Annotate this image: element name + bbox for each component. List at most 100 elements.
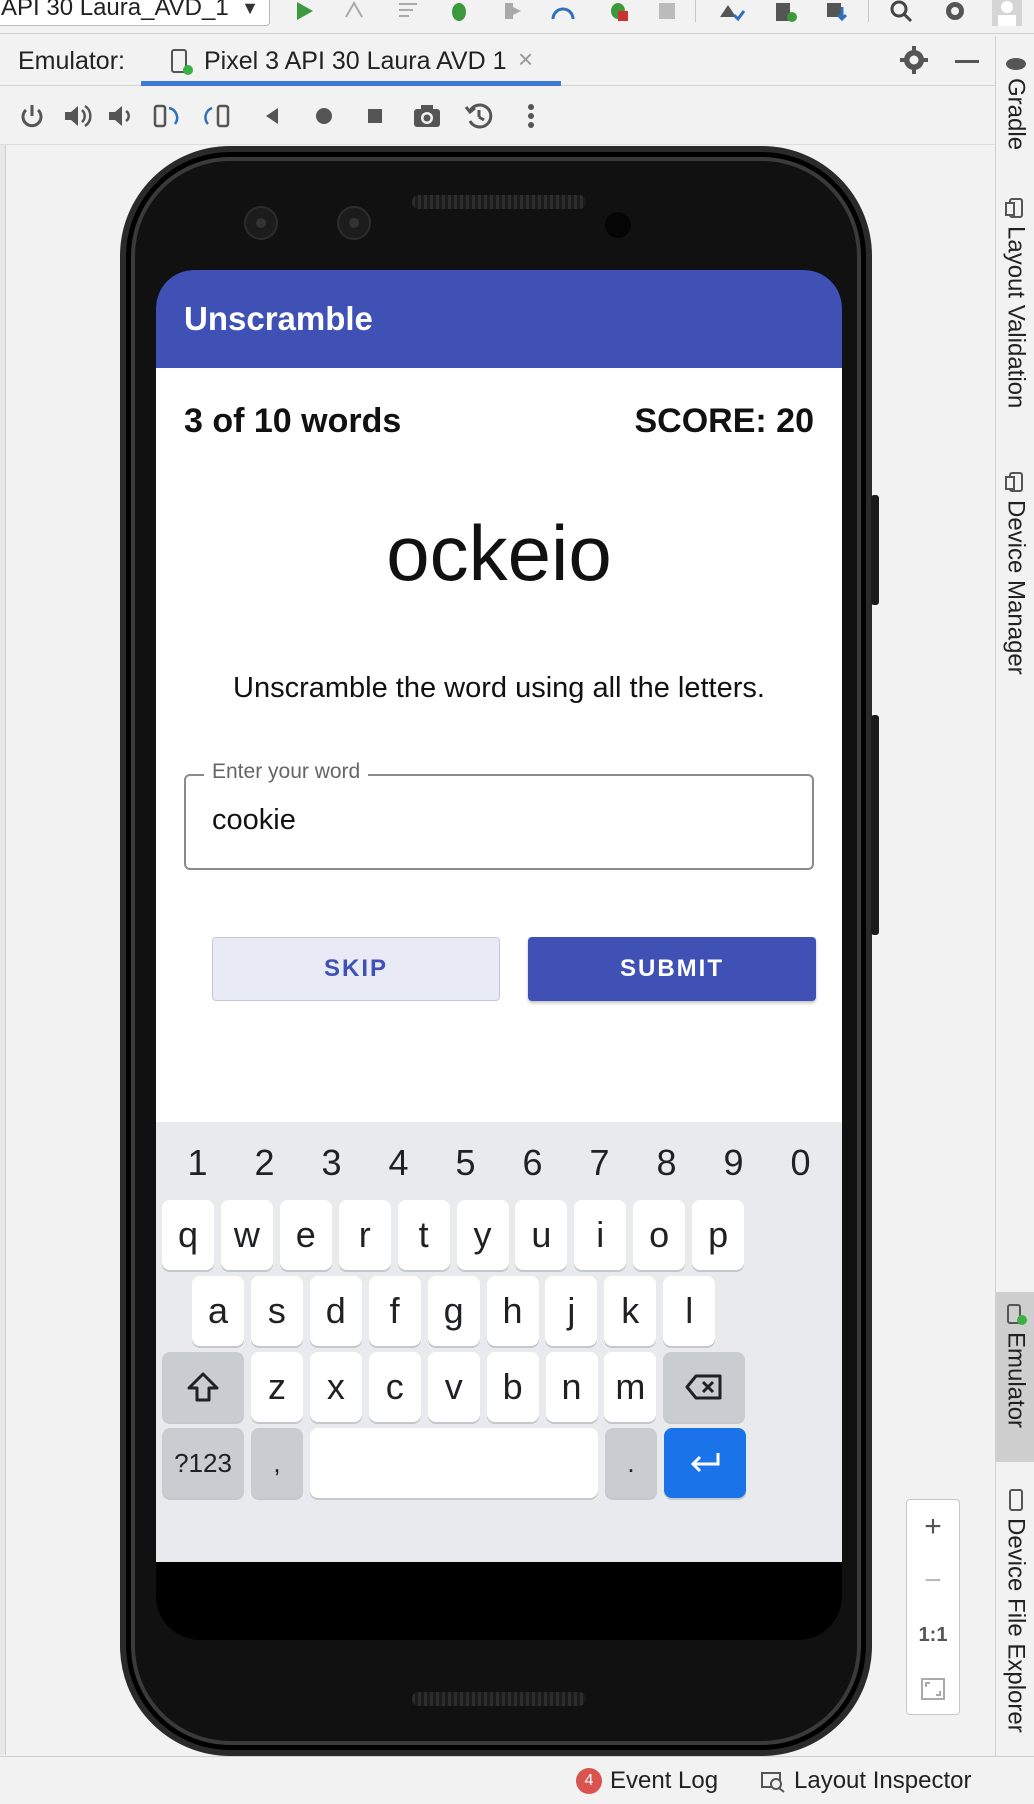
rotate-left-icon[interactable] — [149, 99, 183, 133]
letter-key[interactable]: e — [279, 1200, 332, 1270]
zoom-fit-button[interactable] — [907, 1662, 959, 1716]
symbols-key[interactable]: ?123 — [162, 1428, 244, 1498]
zoom-in-button[interactable]: + — [907, 1500, 959, 1554]
profile-icon[interactable] — [496, 0, 526, 26]
toolbar-divider — [868, 0, 869, 22]
camera-icon[interactable] — [410, 99, 444, 133]
volume-up-icon[interactable] — [60, 99, 94, 133]
layout-inspector-icon — [761, 1772, 785, 1793]
word-input-field[interactable]: Enter your word — [184, 760, 814, 870]
letter-key[interactable]: l — [663, 1276, 716, 1346]
device-screen[interactable]: Unscramble 3 of 10 words SCORE: 20 ockei… — [156, 270, 842, 1640]
letter-key[interactable]: h — [486, 1276, 539, 1346]
zoom-actual-size-button[interactable]: 1:1 — [907, 1608, 959, 1662]
avd-manager-icon[interactable] — [770, 0, 800, 26]
stop-icon[interactable] — [652, 0, 682, 26]
submit-button[interactable]: SUBMIT — [528, 937, 816, 1001]
letter-key[interactable]: k — [604, 1276, 657, 1346]
apply-changes-icon[interactable] — [339, 0, 369, 26]
number-key[interactable]: 5 — [437, 1136, 495, 1190]
backspace-key[interactable] — [663, 1352, 745, 1422]
word-input-label: Enter your word — [204, 760, 369, 784]
shift-key[interactable] — [162, 1352, 244, 1422]
number-key[interactable]: 8 — [638, 1136, 696, 1190]
run-configuration-select[interactable]: API 30 Laura_AVD_1 ▼ — [0, 0, 270, 26]
letter-key[interactable]: u — [515, 1200, 568, 1270]
tool-tab-gradle[interactable]: Gradle — [996, 52, 1034, 192]
home-icon[interactable] — [307, 99, 341, 133]
debug-icon[interactable] — [444, 0, 474, 26]
stop-debug-icon[interactable] — [603, 0, 633, 26]
letter-key[interactable]: d — [309, 1276, 362, 1346]
attach-debugger-icon[interactable] — [549, 0, 579, 26]
letter-key[interactable]: n — [545, 1352, 598, 1422]
letter-key[interactable]: w — [220, 1200, 273, 1270]
number-key[interactable]: 2 — [236, 1136, 294, 1190]
tool-tab-emulator[interactable]: Emulator — [996, 1292, 1034, 1462]
tool-tab-layout-validation[interactable]: Layout Validation — [996, 196, 1034, 466]
back-icon[interactable] — [255, 99, 289, 133]
letter-key[interactable]: r — [338, 1200, 391, 1270]
more-options-icon[interactable] — [514, 99, 548, 133]
letter-key[interactable]: a — [192, 1276, 244, 1346]
sync-project-icon[interactable] — [717, 0, 747, 26]
letter-key[interactable]: o — [633, 1200, 686, 1270]
enter-icon — [690, 1453, 720, 1473]
sdk-manager-icon[interactable] — [822, 0, 852, 26]
right-tool-window-bar: Gradle Layout Validation Device Manager … — [995, 36, 1034, 1756]
tab-pixel3-avd[interactable]: Pixel 3 API 30 Laura AVD 1 × — [141, 36, 561, 86]
letter-key[interactable]: j — [545, 1276, 598, 1346]
event-log-button[interactable]: 4 Event Log — [576, 1767, 718, 1795]
letter-key[interactable]: b — [486, 1352, 539, 1422]
close-icon[interactable]: × — [518, 44, 533, 75]
letter-key[interactable]: p — [692, 1200, 745, 1270]
letter-key[interactable]: y — [456, 1200, 509, 1270]
number-key[interactable]: 9 — [705, 1136, 763, 1190]
number-key[interactable]: 3 — [303, 1136, 361, 1190]
search-icon[interactable] — [886, 0, 916, 26]
skip-button[interactable]: SKIP — [212, 937, 500, 1001]
letter-key[interactable]: t — [397, 1200, 450, 1270]
letter-key[interactable]: z — [251, 1352, 303, 1422]
period-key[interactable]: . — [605, 1428, 657, 1498]
space-key[interactable] — [310, 1428, 598, 1498]
number-key[interactable]: 1 — [169, 1136, 227, 1190]
android-studio-window: API 30 Laura_AVD_1 ▼ Emulator: Pixel 3 A… — [0, 0, 1034, 1804]
tool-tab-device-file-explorer[interactable]: Device File Explorer — [996, 1488, 1034, 1748]
letter-key[interactable]: s — [250, 1276, 303, 1346]
number-key[interactable]: 4 — [370, 1136, 428, 1190]
avatar[interactable] — [992, 0, 1022, 26]
tool-tab-device-manager[interactable]: Device Manager — [996, 470, 1034, 730]
gear-icon[interactable] — [900, 46, 928, 79]
fit-screen-icon — [921, 1678, 945, 1700]
snapshot-icon[interactable] — [462, 99, 496, 133]
overview-icon[interactable] — [358, 99, 392, 133]
letter-key[interactable]: i — [574, 1200, 627, 1270]
number-key[interactable]: 7 — [571, 1136, 629, 1190]
run-icon[interactable] — [289, 0, 319, 26]
number-key[interactable]: 0 — [772, 1136, 830, 1190]
layout-inspector-button[interactable]: Layout Inspector — [760, 1767, 971, 1795]
apply-code-changes-icon[interactable] — [393, 0, 423, 26]
gear-icon[interactable] — [940, 0, 970, 26]
letter-key[interactable]: m — [604, 1352, 657, 1422]
letter-key[interactable]: v — [427, 1352, 480, 1422]
letter-key[interactable]: g — [427, 1276, 480, 1346]
letter-key[interactable]: q — [162, 1200, 214, 1270]
app-bar: Unscramble — [156, 270, 842, 368]
emulator-toolbar — [0, 87, 995, 145]
enter-key[interactable] — [664, 1428, 746, 1498]
minimize-icon[interactable] — [955, 60, 979, 63]
rotate-right-icon[interactable] — [202, 99, 236, 133]
comma-key[interactable]: , — [251, 1428, 303, 1498]
power-icon[interactable] — [15, 99, 49, 133]
zoom-out-button[interactable]: − — [907, 1554, 959, 1608]
letter-key[interactable]: f — [368, 1276, 421, 1346]
letter-key[interactable]: c — [368, 1352, 421, 1422]
letter-key[interactable]: x — [309, 1352, 362, 1422]
word-input[interactable] — [212, 804, 772, 837]
volume-down-icon[interactable] — [103, 99, 137, 133]
phone-power-button — [871, 495, 879, 605]
shift-icon — [187, 1372, 219, 1402]
number-key[interactable]: 6 — [504, 1136, 562, 1190]
